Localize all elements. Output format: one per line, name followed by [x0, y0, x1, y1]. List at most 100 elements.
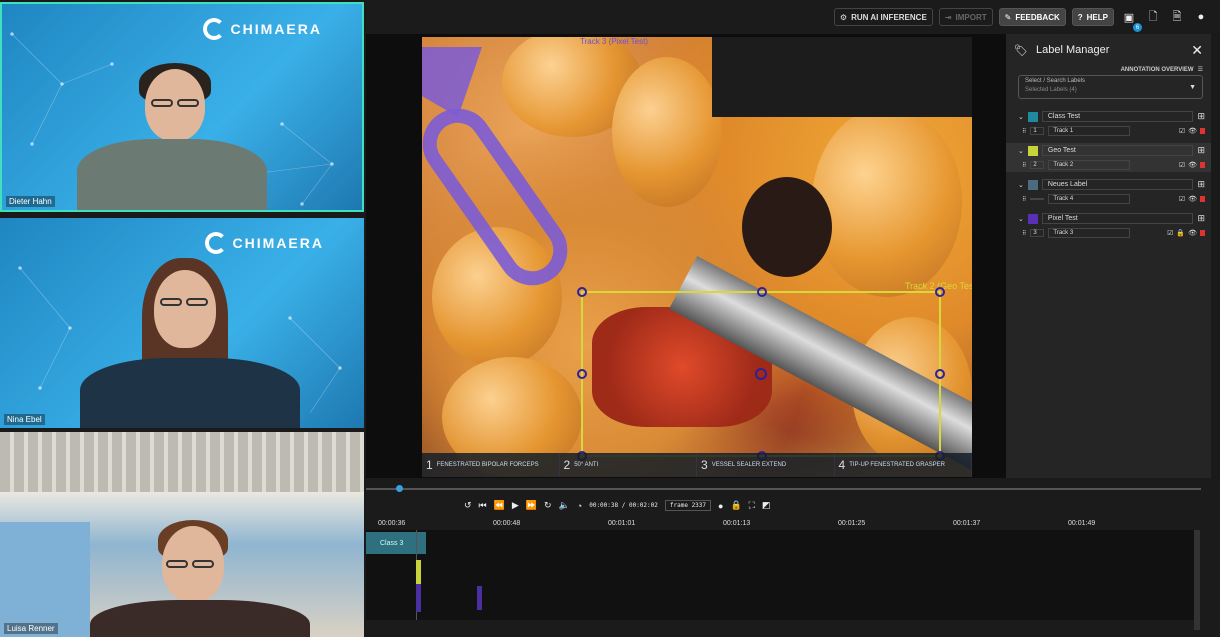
eye-icon[interactable]: 👁 [1188, 161, 1197, 169]
export-button[interactable]: 🗋 [1144, 8, 1162, 26]
label-row-class-test[interactable]: ⌄ Class Test ⊞ [1006, 109, 1211, 124]
label-color-swatch[interactable] [1027, 179, 1038, 190]
skip-start-icon[interactable]: ⏮ [479, 500, 487, 511]
chevron-down-icon[interactable]: ⌄ [1018, 147, 1024, 155]
bounding-box-track-2[interactable]: Track 2 (Geo Test) [577, 281, 972, 461]
track-number[interactable]: 3 [1030, 229, 1045, 237]
track-row-track-4[interactable]: ⠿ Track 4 ☑ 👁 [1006, 192, 1211, 206]
step-forward-icon[interactable]: ⏩ [526, 500, 537, 511]
label-row-geo-test[interactable]: ⌄ Geo Test ⊞ [1006, 143, 1211, 158]
drag-handle-icon[interactable]: ⠿ [1022, 128, 1026, 135]
surgical-video-frame[interactable]: Track 3 (Pixel Test) Track 2 (Geo Test) … [422, 37, 972, 477]
label-row-pixel-test[interactable]: ⌄ Pixel Test ⊞ [1006, 211, 1211, 226]
pixel-test-marker[interactable] [477, 586, 482, 610]
add-track-icon[interactable]: ⊞ [1197, 111, 1205, 122]
geo-test-marker[interactable] [416, 560, 421, 584]
lock-icon[interactable]: 🔒 [1176, 229, 1185, 237]
play-icon[interactable]: ▶ [512, 500, 519, 511]
feedback-icon: ✎ [1004, 12, 1012, 22]
scrub-handle[interactable] [396, 485, 403, 492]
chevron-down-icon[interactable]: ⌄ [1018, 215, 1024, 223]
bbox-handle-top-right[interactable] [935, 287, 945, 297]
close-icon[interactable]: ✕ [1191, 42, 1203, 59]
track-name[interactable]: Track 4 [1048, 194, 1131, 204]
video-tile-participant-3[interactable]: Luisa Renner [0, 432, 364, 637]
track-number[interactable] [1030, 198, 1045, 200]
select-label-value: Selected Labels (4) [1025, 87, 1077, 93]
checkbox-icon[interactable]: ☑ [1167, 229, 1173, 237]
annotation-overview-button[interactable]: ANNOTATION OVERVIEW ☰ [1006, 66, 1211, 74]
help-label: HELP [1086, 12, 1108, 22]
label-color-swatch[interactable] [1027, 213, 1038, 224]
pixel-test-marker[interactable] [416, 584, 421, 612]
add-track-icon[interactable]: ⊞ [1197, 213, 1205, 224]
info-button[interactable]: ● [1192, 8, 1210, 26]
track-name[interactable]: Track 3 [1048, 228, 1131, 238]
tick-label: 00:01:01 [608, 520, 636, 527]
document-button[interactable]: 🗎 [1168, 8, 1186, 26]
label-name[interactable]: Geo Test [1041, 145, 1194, 156]
checkbox-icon[interactable]: ☑ [1179, 195, 1185, 203]
track-name[interactable]: Track 2 [1048, 160, 1131, 170]
speed-icon[interactable]: ◔ [577, 501, 582, 511]
bbox-handle-top[interactable] [757, 287, 767, 297]
track-row-track-1[interactable]: ⠿ 1 Track 1 ☑ 👁 [1006, 124, 1211, 138]
run-ai-label: RUN AI INFERENCE [851, 12, 927, 22]
label-color-swatch[interactable] [1027, 111, 1038, 122]
save-button[interactable]: ▣ 6 [1120, 8, 1142, 32]
info-icon[interactable]: ● [718, 501, 723, 511]
scrub-bar[interactable] [366, 485, 1201, 492]
label-name[interactable]: Neues Label [1041, 179, 1194, 190]
drag-handle-icon[interactable]: ⠿ [1022, 162, 1026, 169]
feedback-label: FEEDBACK [1015, 12, 1060, 22]
bbox-handle-center[interactable] [755, 368, 767, 380]
delete-icon[interactable] [1200, 162, 1205, 168]
bbox-handle-right[interactable] [935, 369, 945, 379]
class-track-chip[interactable]: Class 3 [366, 532, 426, 554]
add-track-icon[interactable]: ⊞ [1197, 179, 1205, 190]
label-name[interactable]: Class Test [1041, 111, 1194, 122]
label-select-dropdown[interactable]: Select / Search Labels Selected Labels (… [1018, 75, 1203, 99]
delete-icon[interactable] [1200, 230, 1205, 236]
bbox-handle-left[interactable] [577, 369, 587, 379]
track-row-track-2[interactable]: ⠿ 2 Track 2 ☑ 👁 [1006, 158, 1211, 172]
eye-icon[interactable]: 👁 [1188, 229, 1197, 237]
track-row-track-3[interactable]: ⠿ 3 Track 3 ☑ 🔒 👁 [1006, 226, 1211, 240]
forward-15-icon[interactable]: ↻ [544, 500, 552, 511]
fullscreen-icon[interactable]: ⛶ [749, 500, 755, 511]
label-color-swatch[interactable] [1027, 145, 1038, 156]
rewind-15-icon[interactable]: ↺ [464, 500, 472, 511]
track-number[interactable]: 2 [1030, 161, 1045, 169]
lock-icon[interactable]: 🔒 [730, 500, 741, 511]
label-row-neues-label[interactable]: ⌄ Neues Label ⊞ [1006, 177, 1211, 192]
volume-icon[interactable]: 🔈 [559, 500, 570, 511]
help-button[interactable]: ? HELP [1071, 8, 1114, 26]
eye-icon[interactable]: 👁 [1188, 127, 1197, 135]
delete-icon[interactable] [1200, 128, 1205, 134]
track-name[interactable]: Track 1 [1048, 126, 1131, 136]
video-tile-participant-1[interactable]: CHIMAERA Dieter Hahn [0, 2, 364, 212]
drag-handle-icon[interactable]: ⠿ [1022, 230, 1026, 237]
add-track-icon[interactable]: ⊞ [1197, 145, 1205, 156]
video-tile-participant-2[interactable]: CHIMAERA Nina Ebel [0, 218, 364, 428]
chevron-down-icon[interactable]: ⌄ [1018, 113, 1024, 121]
bbox-handle-top-left[interactable] [577, 287, 587, 297]
document-icon: 🗎 [1172, 10, 1182, 23]
instrument-slot-2: 2 50° ANTI [560, 453, 697, 477]
import-button[interactable]: ⇥ IMPORT [938, 8, 993, 26]
track-number[interactable]: 1 [1030, 127, 1045, 135]
frame-field[interactable]: frame 2337 [664, 500, 712, 511]
chevron-down-icon[interactable]: ⌄ [1018, 181, 1024, 189]
drag-handle-icon[interactable]: ⠿ [1022, 196, 1026, 203]
annotation-tracks[interactable]: Class 3 [366, 530, 1198, 620]
checkbox-icon[interactable]: ☑ [1179, 161, 1185, 169]
run-ai-inference-button[interactable]: ⚙ RUN AI INFERENCE [833, 8, 933, 26]
label-name[interactable]: Pixel Test [1041, 213, 1194, 224]
step-back-icon[interactable]: ⏪ [494, 500, 505, 511]
checkbox-icon[interactable]: ☑ [1179, 127, 1185, 135]
feedback-button[interactable]: ✎ FEEDBACK [998, 8, 1066, 26]
eye-icon[interactable]: 👁 [1188, 195, 1197, 203]
contrast-icon[interactable]: ◩ [762, 500, 771, 511]
timeline-scrollbar[interactable] [1194, 530, 1200, 630]
delete-icon[interactable] [1200, 196, 1205, 202]
